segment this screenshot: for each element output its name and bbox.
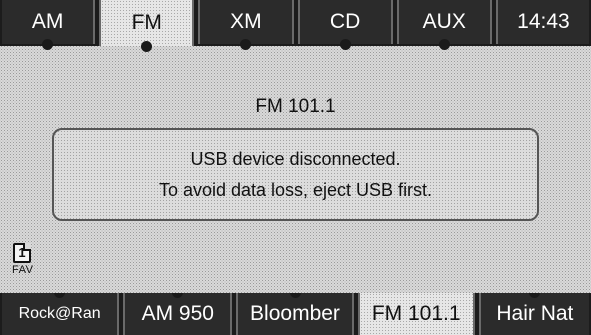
tab-label: XM (230, 10, 262, 33)
preset-label: FM 101.1 (371, 302, 461, 325)
preset-label: Hair Nat (496, 302, 574, 325)
tab-indicator-dot (339, 39, 351, 50)
preset-indicator-dot (172, 293, 184, 298)
tab-label: AUX (422, 10, 466, 33)
preset-indicator-dot (54, 293, 66, 298)
clock-button[interactable]: 14:43 (495, 0, 590, 44)
tab-aux[interactable]: AUX (396, 0, 492, 50)
preset-label: Rock@Ran (18, 305, 101, 322)
preset-button-4[interactable]: FM 101.1 (357, 293, 475, 335)
station-title: FM 101.1 (255, 96, 336, 117)
preset-label: Bloomber (250, 302, 340, 325)
tab-label: CD (329, 10, 361, 33)
preset-label: AM 950 (141, 302, 214, 325)
radio-screen: AM FM XM CD AUX 14:43 FM 101.1 USB devic… (0, 0, 591, 335)
tab-cd[interactable]: CD (297, 0, 393, 50)
tab-indicator-dot (141, 41, 153, 52)
preset-button-1[interactable]: Rock@Ran (2, 293, 120, 335)
preset-button-3[interactable]: Bloomber (236, 293, 354, 335)
preset-indicator-dot (529, 293, 541, 298)
preset-bar: Rock@Ran AM 950 Bloomber FM 101.1 Hair N… (0, 293, 591, 335)
tab-xm[interactable]: XM (198, 0, 294, 50)
preset-button-5[interactable]: Hair Nat (478, 293, 589, 335)
usb-alert-dialog[interactable]: USB device disconnected. To avoid data l… (52, 128, 539, 221)
favorites-page-indicator[interactable]: 1 FAV (10, 243, 54, 279)
tab-label: AM (31, 10, 64, 33)
tab-label: FM (131, 11, 162, 34)
preset-indicator-dot (289, 293, 301, 298)
tab-indicator-dot (438, 39, 450, 50)
tab-am[interactable]: AM (2, 0, 96, 50)
preset-button-2[interactable]: AM 950 (123, 293, 233, 335)
source-tab-bar: AM FM XM CD AUX 14:43 (0, 0, 591, 52)
alert-message-line-2: To avoid data loss, eject USB first. (158, 179, 433, 200)
tab-fm[interactable]: FM (99, 0, 195, 52)
tab-indicator-dot (42, 39, 54, 50)
tab-indicator-dot (240, 39, 252, 50)
clock-label: 14:43 (517, 10, 570, 33)
fav-page-icon: 1 (13, 243, 31, 263)
fav-label: FAV (12, 264, 34, 276)
alert-message-line-1: USB device disconnected. (190, 148, 401, 169)
